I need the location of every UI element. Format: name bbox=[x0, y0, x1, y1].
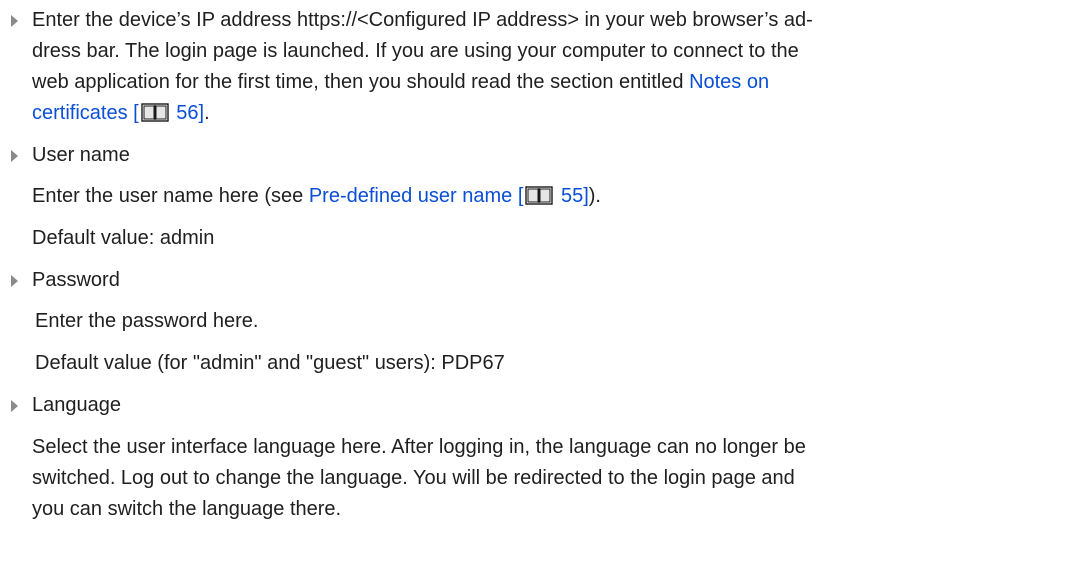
password-desc: Enter the password here. bbox=[0, 306, 1085, 337]
desc-text: ). bbox=[588, 185, 601, 207]
bullet-arrow-icon bbox=[11, 150, 18, 162]
field-heading: User name bbox=[32, 144, 130, 166]
password-default: Default value (for "admin" and "guest" u… bbox=[0, 348, 1085, 379]
link-text: Pre-defined user name [ bbox=[308, 185, 524, 207]
step-enter-ip: Enter the device’s IP address https://<C… bbox=[0, 5, 1085, 129]
book-reference-icon bbox=[141, 103, 169, 122]
step-text-line: dress bar. The login page is launched. I… bbox=[32, 40, 799, 62]
step-text: web application for the first time, then… bbox=[32, 71, 690, 93]
link-page: 56] bbox=[170, 102, 205, 124]
desc-text-line: Select the user interface language here.… bbox=[32, 436, 806, 458]
desc-text: Enter the password here. bbox=[35, 310, 259, 332]
punctuation: . bbox=[204, 102, 210, 124]
desc-text: Enter the user name here (see bbox=[32, 185, 309, 207]
bullet-arrow-icon bbox=[11, 275, 18, 287]
bullet-arrow-icon bbox=[11, 400, 18, 412]
bullet-arrow-icon bbox=[11, 15, 18, 27]
link-text: certificates [ bbox=[32, 102, 139, 124]
field-heading: Language bbox=[32, 394, 121, 416]
document-body: Enter the device’s IP address https://<C… bbox=[0, 0, 1085, 525]
step-text-line: certificates [ 56]. bbox=[32, 98, 1075, 129]
step-text-line: web application for the first time, then… bbox=[32, 67, 1075, 98]
default-value-text: Default value: admin bbox=[32, 227, 215, 249]
default-value-text: Default value (for "admin" and "guest" u… bbox=[35, 352, 505, 374]
predefined-user-name-link[interactable]: Pre-defined user name [ 55] bbox=[309, 185, 589, 207]
user-name-desc: Enter the user name here (see Pre-define… bbox=[0, 181, 1085, 212]
desc-text-line: you can switch the language there. bbox=[32, 498, 342, 520]
user-name-desc-line: Enter the user name here (see Pre-define… bbox=[32, 181, 1085, 212]
field-user-name: User name bbox=[0, 140, 1085, 171]
desc-text-line: switched. Log out to change the language… bbox=[32, 467, 795, 489]
book-reference-icon bbox=[525, 186, 554, 205]
field-heading: Password bbox=[32, 269, 120, 291]
notes-on-certificates-link-cont[interactable]: certificates [ 56] bbox=[32, 102, 204, 124]
notes-on-certificates-link[interactable]: Notes on bbox=[689, 71, 769, 93]
user-name-default: Default value: admin bbox=[0, 223, 1085, 254]
step-text-line: Enter the device’s IP address https://<C… bbox=[32, 9, 813, 31]
field-password: Password bbox=[0, 265, 1085, 296]
field-language: Language bbox=[0, 390, 1085, 421]
link-page: 55] bbox=[555, 185, 589, 207]
language-desc: Select the user interface language here.… bbox=[0, 432, 1085, 525]
